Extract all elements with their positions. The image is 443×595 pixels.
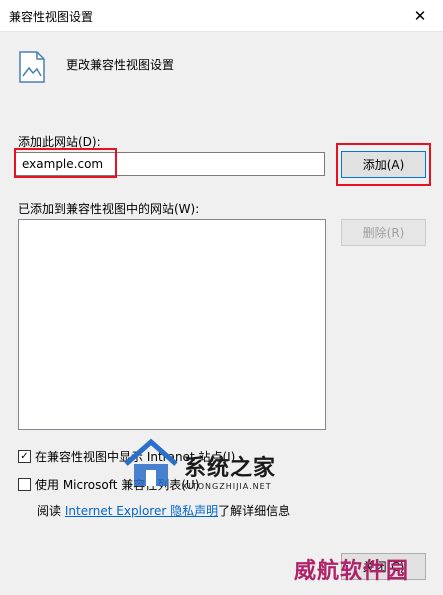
intranet-option[interactable]: ✓ 在兼容性视图中显示 Intranet 站点(I): [18, 448, 235, 465]
add-site-input[interactable]: [15, 152, 325, 176]
add-button[interactable]: 添加(A): [341, 151, 426, 178]
page-icon: [19, 51, 45, 83]
add-site-label: 添加此网站(D):: [18, 135, 101, 149]
sites-list[interactable]: [18, 219, 326, 430]
window-title: 兼容性视图设置: [9, 10, 94, 24]
close-button[interactable]: 关闭(C): [341, 553, 426, 580]
ms-list-option[interactable]: 使用 Microsoft 兼容性列表(U): [18, 476, 199, 493]
intranet-checkbox[interactable]: ✓: [18, 450, 31, 463]
intranet-label: 在兼容性视图中显示 Intranet 站点(I): [35, 450, 236, 464]
ms-list-label: 使用 Microsoft 兼容性列表(U): [35, 478, 200, 492]
checkmark-icon: ✓: [20, 450, 29, 462]
page-heading: 更改兼容性视图设置: [66, 58, 175, 72]
privacy-suffix: 了解详细信息: [218, 504, 291, 518]
ms-list-checkbox[interactable]: [18, 478, 31, 491]
remove-button[interactable]: 删除(R): [341, 219, 426, 246]
privacy-row: 阅读 Internet Explorer 隐私声明了解详细信息: [37, 502, 290, 519]
title-bar: 兼容性视图设置 ✕: [0, 0, 443, 32]
privacy-prefix: 阅读: [37, 504, 62, 518]
privacy-link[interactable]: Internet Explorer 隐私声明: [65, 504, 218, 518]
sites-list-label: 已添加到兼容性视图中的网站(W):: [18, 202, 200, 216]
close-icon[interactable]: ✕: [397, 0, 443, 31]
